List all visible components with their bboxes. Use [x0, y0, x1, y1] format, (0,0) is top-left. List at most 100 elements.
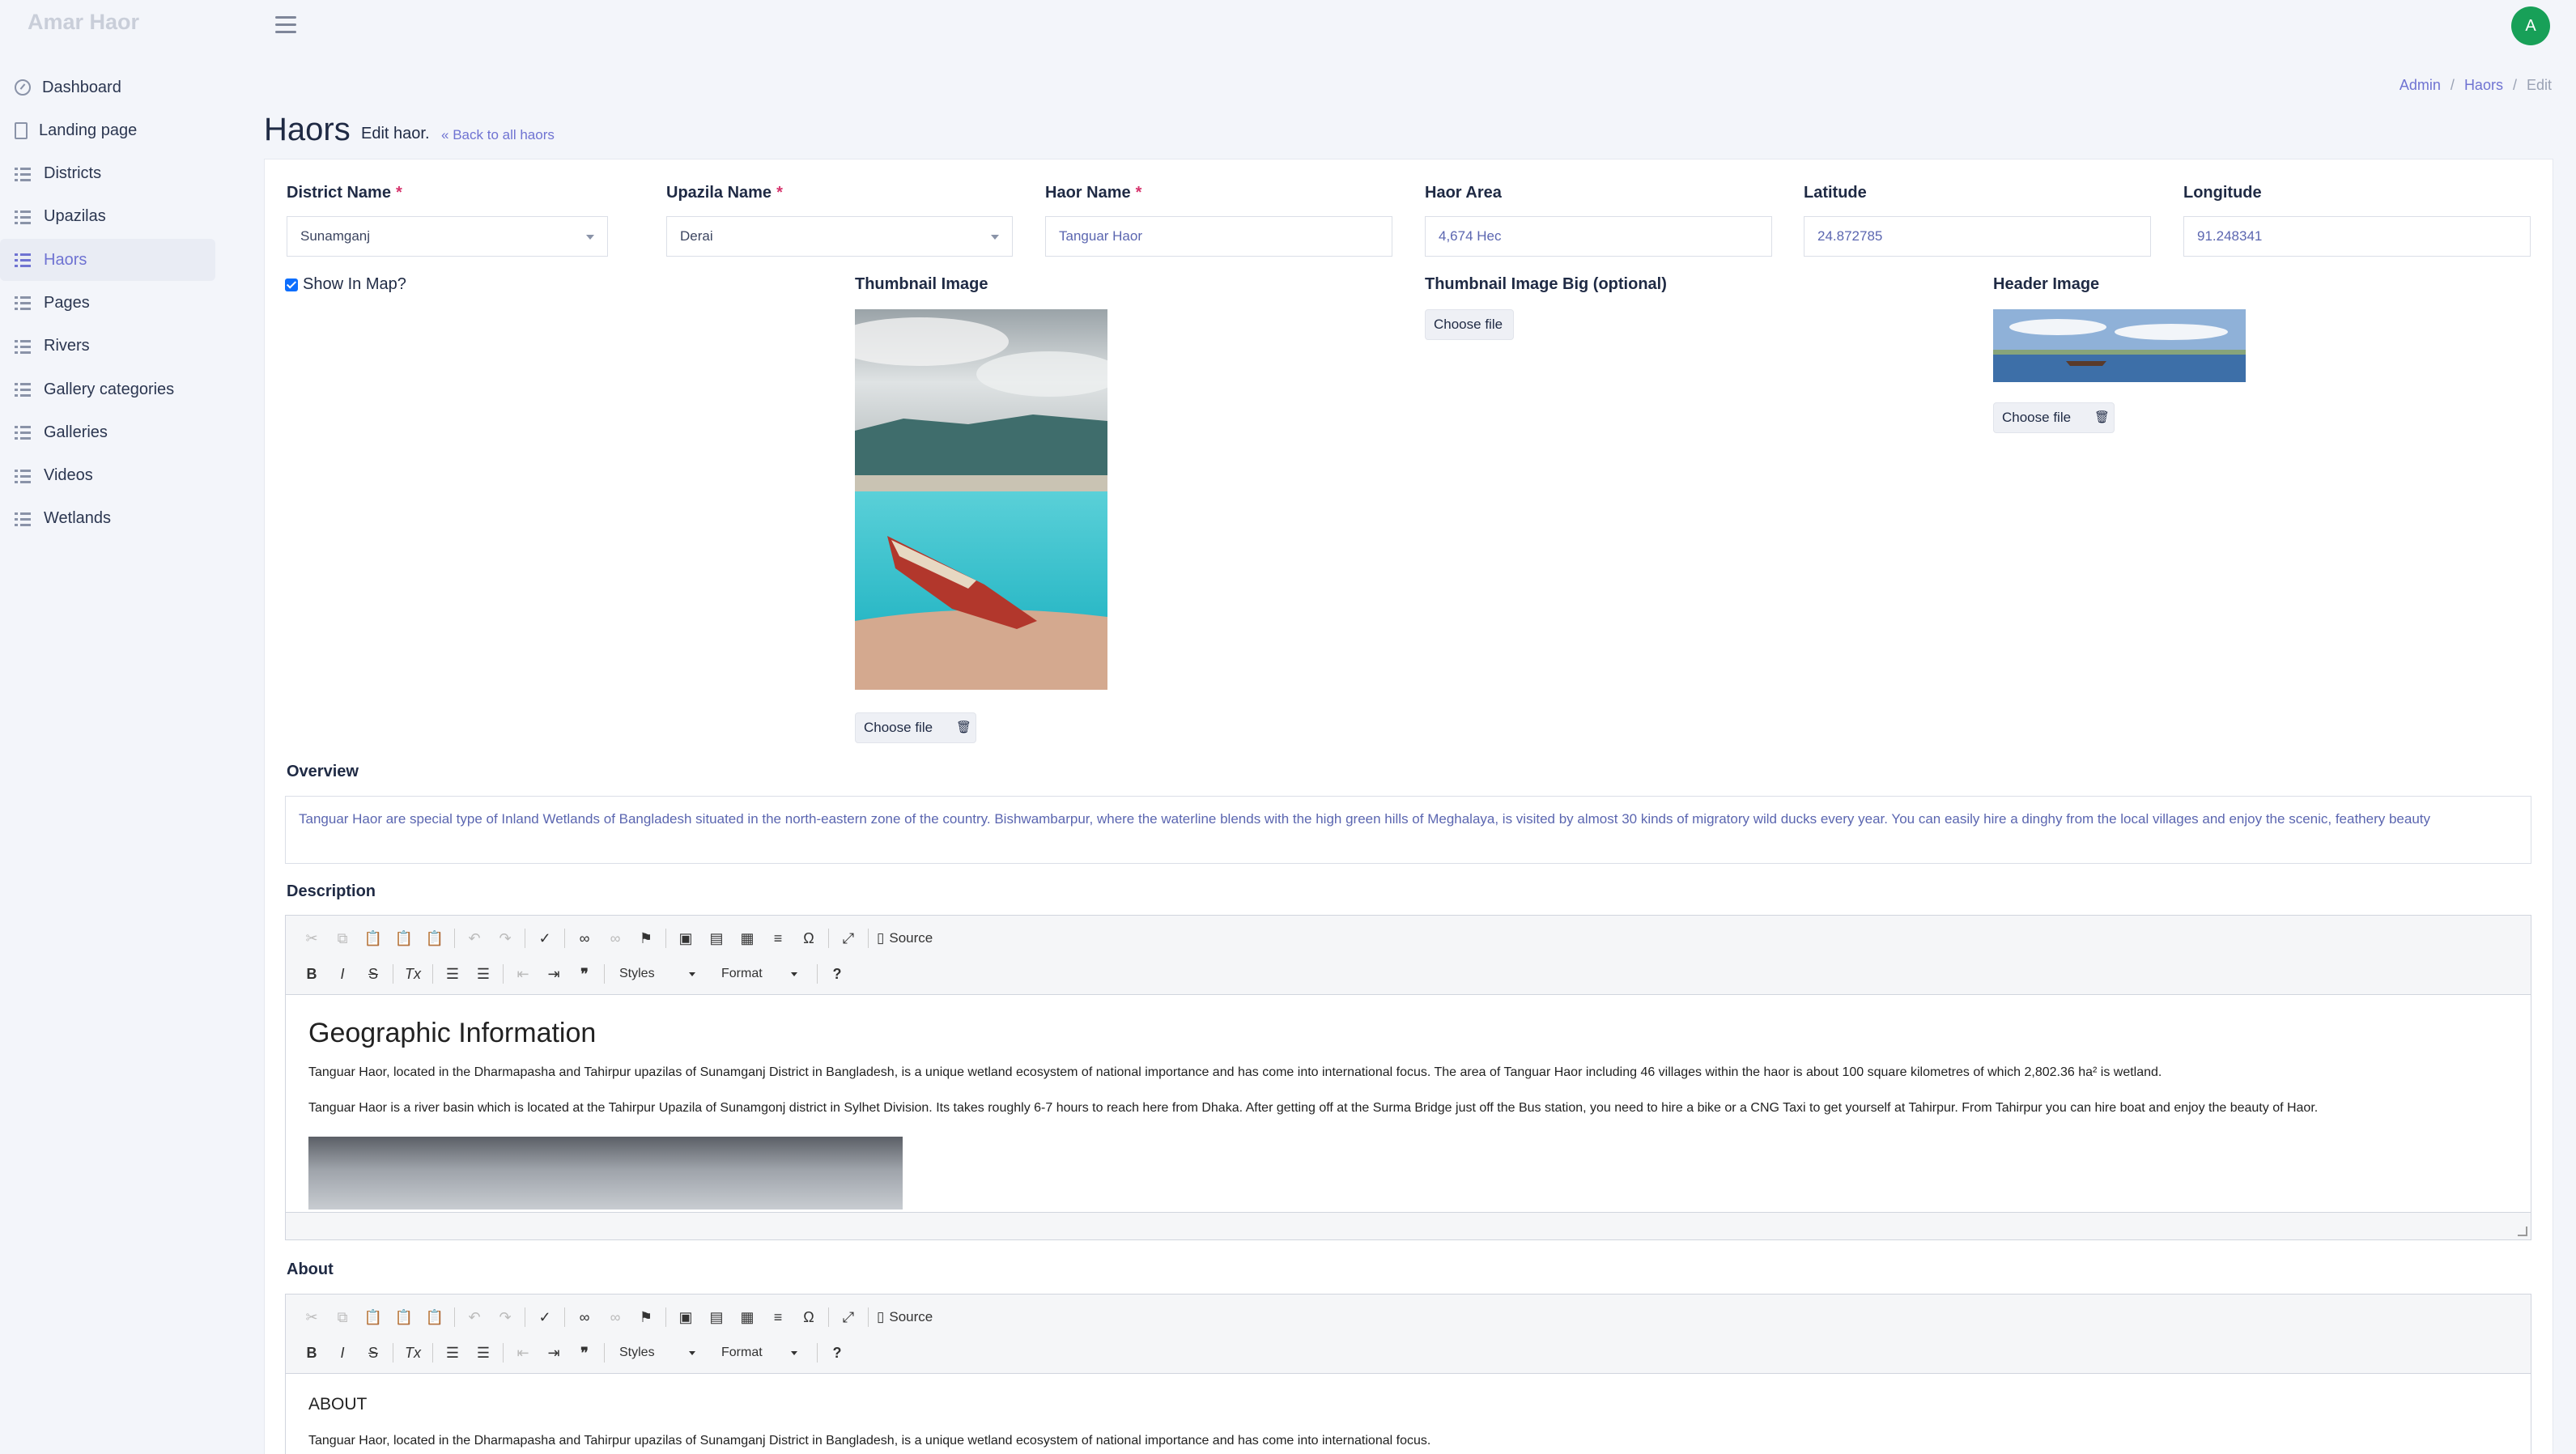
help-icon[interactable]: ?	[826, 1341, 848, 1364]
italic-icon[interactable]: I	[331, 963, 354, 985]
latitude-input[interactable]: 24.872785	[1804, 216, 2151, 257]
description-content[interactable]: Geographic Information Tanguar Haor, loc…	[286, 995, 2531, 1212]
unlink-icon[interactable]: ∞	[604, 927, 627, 950]
sidebar-item-rivers[interactable]: Rivers	[0, 325, 215, 368]
blockquote-icon[interactable]: ❞	[573, 1341, 596, 1364]
paste-word-icon[interactable]: 📋	[423, 927, 446, 950]
overview-textarea[interactable]: Tanguar Haor are special type of Inland …	[285, 796, 2531, 864]
sidebar-item-haors[interactable]: Haors	[0, 239, 215, 282]
indent-icon[interactable]: ⇥	[542, 1341, 565, 1364]
about-label: About	[287, 1261, 334, 1278]
cut-icon[interactable]: ✂	[300, 1306, 323, 1329]
bold-icon[interactable]: B	[300, 963, 323, 985]
remove-format-icon[interactable]: Tx	[402, 963, 424, 985]
image-upload-icon[interactable]: ▤	[705, 1306, 728, 1329]
special-char-icon[interactable]: Ω	[797, 927, 820, 950]
resize-handle-icon[interactable]	[2518, 1227, 2527, 1236]
strike-icon[interactable]: S	[362, 1341, 385, 1364]
upazila-select[interactable]: Derai	[666, 216, 1013, 257]
paste-text-icon[interactable]: 📋	[393, 927, 415, 950]
hamburger-menu-icon[interactable]	[275, 16, 296, 34]
longitude-input[interactable]: 91.248341	[2183, 216, 2531, 257]
undo-icon[interactable]: ↶	[463, 1306, 486, 1329]
show-in-map-checkbox[interactable]	[285, 278, 298, 291]
undo-icon[interactable]: ↶	[463, 927, 486, 950]
paste-icon[interactable]: 📋	[362, 927, 385, 950]
bulleted-list-icon[interactable]: ☰	[472, 1341, 495, 1364]
paste-icon[interactable]: 📋	[362, 1306, 385, 1329]
link-icon[interactable]: ∞	[573, 927, 596, 950]
table-icon[interactable]: ▦	[736, 927, 759, 950]
format-dropdown[interactable]: Format	[715, 1341, 806, 1364]
sidebar-item-label: Haors	[44, 250, 87, 269]
indent-icon[interactable]: ⇥	[542, 963, 565, 985]
horizontal-rule-icon[interactable]: ≡	[767, 1306, 789, 1329]
breadcrumb-admin[interactable]: Admin	[2400, 77, 2441, 93]
anchor-icon[interactable]: ⚑	[635, 1306, 657, 1329]
horizontal-rule-icon[interactable]: ≡	[767, 927, 789, 950]
thumbnail-big-choose-file-button[interactable]: Choose file	[1425, 309, 1514, 340]
bold-icon[interactable]: B	[300, 1341, 323, 1364]
maximize-icon[interactable]: ⤢	[837, 927, 860, 950]
image-upload-icon[interactable]: ▤	[705, 927, 728, 950]
numbered-list-icon[interactable]: ☰	[441, 1341, 464, 1364]
district-select[interactable]: Sunamganj	[287, 216, 608, 257]
numbered-list-icon[interactable]: ☰	[441, 963, 464, 985]
remove-format-icon[interactable]: Tx	[402, 1341, 424, 1364]
help-icon[interactable]: ?	[826, 963, 848, 985]
sidebar-item-dashboard[interactable]: Dashboard	[0, 66, 215, 108]
special-char-icon[interactable]: Ω	[797, 1306, 820, 1329]
spellcheck-icon[interactable]: ✓	[533, 927, 556, 950]
source-button[interactable]: ▯ Source	[877, 930, 933, 946]
back-link[interactable]: « Back to all haors	[441, 127, 555, 143]
outdent-icon[interactable]: ⇤	[512, 1341, 534, 1364]
maximize-icon[interactable]: ⤢	[837, 1306, 860, 1329]
app-brand[interactable]: Amar Haor	[28, 10, 139, 35]
bulleted-list-icon[interactable]: ☰	[472, 963, 495, 985]
image-icon[interactable]: ▣	[674, 1306, 697, 1329]
redo-icon[interactable]: ↷	[494, 927, 516, 950]
table-icon[interactable]: ▦	[736, 1306, 759, 1329]
trash-icon[interactable]: 🗑	[2094, 403, 2110, 432]
unlink-icon[interactable]: ∞	[604, 1306, 627, 1329]
source-button[interactable]: ▯ Source	[877, 1309, 933, 1325]
link-icon[interactable]: ∞	[573, 1306, 596, 1329]
thumbnail-choose-file-button[interactable]: Choose file 🗑	[855, 712, 976, 743]
about-content[interactable]: ABOUT Tanguar Haor, located in the Dharm…	[286, 1374, 2531, 1454]
sidebar-item-landing-page[interactable]: Landing page	[0, 109, 215, 151]
back-link-label: Back to all haors	[453, 127, 555, 142]
copy-icon[interactable]: ⧉	[331, 1306, 354, 1329]
spellcheck-icon[interactable]: ✓	[533, 1306, 556, 1329]
haor-name-input[interactable]: Tanguar Haor	[1045, 216, 1392, 257]
italic-icon[interactable]: I	[331, 1341, 354, 1364]
sidebar-item-galleries[interactable]: Galleries	[0, 411, 215, 453]
strike-icon[interactable]: S	[362, 963, 385, 985]
trash-icon[interactable]: 🗑	[956, 713, 971, 742]
latitude-label: Latitude	[1804, 184, 1867, 202]
styles-dropdown[interactable]: Styles	[613, 1341, 704, 1364]
format-dropdown[interactable]: Format	[715, 963, 806, 985]
paste-word-icon[interactable]: 📋	[423, 1306, 446, 1329]
sidebar-item-gallery-categories[interactable]: Gallery categories	[0, 368, 215, 410]
breadcrumb-haors[interactable]: Haors	[2464, 77, 2503, 93]
cut-icon[interactable]: ✂	[300, 927, 323, 950]
paste-text-icon[interactable]: 📋	[393, 1306, 415, 1329]
sidebar-item-wetlands[interactable]: Wetlands	[0, 498, 215, 540]
haor-area-input[interactable]: 4,674 Hec	[1425, 216, 1772, 257]
anchor-icon[interactable]: ⚑	[635, 927, 657, 950]
sidebar-item-videos[interactable]: Videos	[0, 455, 215, 497]
sidebar-item-districts[interactable]: Districts	[0, 153, 215, 195]
styles-dropdown[interactable]: Styles	[613, 963, 704, 985]
blockquote-icon[interactable]: ❞	[573, 963, 596, 985]
avatar[interactable]: A	[2511, 6, 2550, 45]
sidebar-item-pages[interactable]: Pages	[0, 282, 215, 324]
file-icon	[15, 121, 28, 139]
image-icon[interactable]: ▣	[674, 927, 697, 950]
sidebar-item-upazilas[interactable]: Upazilas	[0, 196, 215, 238]
copy-icon[interactable]: ⧉	[331, 927, 354, 950]
outdent-icon[interactable]: ⇤	[512, 963, 534, 985]
redo-icon[interactable]: ↷	[494, 1306, 516, 1329]
sidebar: Dashboard Landing page Districts Upazila…	[0, 66, 215, 541]
header-image-choose-file-button[interactable]: Choose file 🗑	[1993, 402, 2115, 433]
list-icon	[15, 338, 32, 355]
